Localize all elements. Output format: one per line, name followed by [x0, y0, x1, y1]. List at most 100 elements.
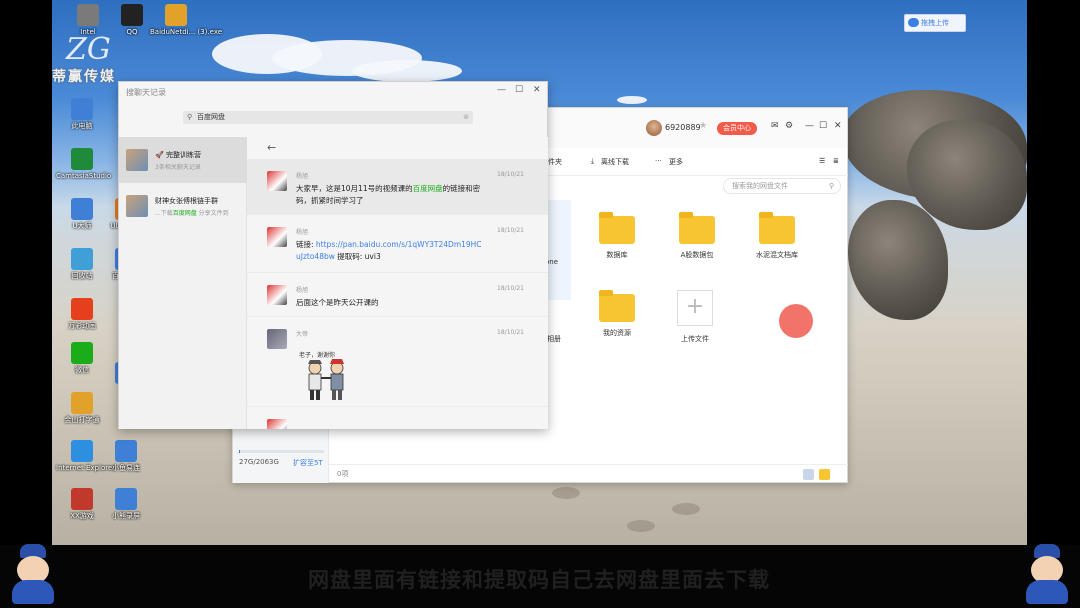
conversation-item[interactable]: 🚀 完整训练营 3条相关聊天记录	[119, 137, 247, 183]
maximize-button[interactable]: ☐	[515, 85, 523, 95]
desktop-icon[interactable]: 万彩动画	[56, 298, 108, 331]
mail-icon[interactable]: ✉	[771, 121, 779, 131]
upload-float-label: 拖拽上传	[921, 19, 949, 27]
folder-label: 数据库	[606, 251, 628, 259]
app-icon	[71, 198, 93, 220]
toolbar-offline-download[interactable]: 离线下载	[601, 157, 629, 167]
folder-item[interactable]: 数据库	[577, 212, 657, 260]
upload-file-label: 上传文件	[681, 335, 709, 343]
more-icon[interactable]: ···	[655, 157, 662, 165]
video-subtitle: 网盘里面有链接和提取码自己去网盘里面去下载	[308, 568, 770, 590]
maximize-button[interactable]: ☐	[819, 121, 827, 131]
message-date: 18/10/21	[497, 171, 524, 178]
app-icon	[71, 440, 93, 462]
search-icon: ⚲	[187, 113, 193, 121]
conversation-name: 🚀 完整训练营	[155, 151, 201, 159]
folder-item[interactable]: A股数据包	[657, 212, 737, 260]
logo-letters: ZG	[66, 32, 111, 67]
message-item[interactable]: 大帝 18/10/21 老子，谢谢你	[247, 317, 548, 407]
desktop-icon[interactable]: 小熊录屏	[100, 488, 152, 521]
close-button[interactable]: ✕	[834, 121, 842, 131]
netdisk-search-placeholder: 搜索我的网盘文件	[732, 182, 788, 190]
logo-name: 蒂赢传媒	[52, 69, 116, 85]
desktop-icon-label: 金山打字通	[64, 416, 100, 424]
back-arrow-icon[interactable]: ←	[267, 141, 276, 154]
avatar	[267, 329, 287, 349]
screen: Intel QQ BaiduNetdi... (3).exe 此电脑 CamtasiaS…	[0, 0, 1080, 608]
conversation-name: 财神女张傅根链手群	[155, 197, 218, 205]
avatar	[267, 227, 287, 247]
cursor-highlight	[779, 304, 813, 338]
mascot-right	[1022, 544, 1072, 606]
message-text: 后面这个是昨天公开课的	[296, 298, 379, 307]
folder-view-icon[interactable]	[819, 469, 830, 480]
message-item[interactable]: 杨旭 18/10/21 链接: https://pan.baidu.com/s/…	[247, 215, 548, 273]
desktop-icon[interactable]: 金山打字通	[56, 392, 108, 425]
desktop-icon[interactable]: CamtasiaStudio	[56, 148, 111, 181]
avatar	[267, 171, 287, 191]
share-link[interactable]: https://pan.baidu.com/s/1qWY3T24Dm19HCuJ…	[296, 240, 482, 261]
chat-window-title: 搜聊天记录	[126, 88, 166, 97]
folder-icon	[599, 212, 635, 244]
storage-bar	[239, 450, 324, 453]
clear-icon[interactable]: ⊗	[463, 111, 469, 124]
avatar	[267, 419, 287, 429]
desktop-icon[interactable]: 此电脑	[56, 98, 108, 131]
gear-icon[interactable]: ⚙	[785, 121, 793, 131]
folder-item[interactable]: 我的资源	[577, 290, 657, 338]
folder-icon	[759, 212, 795, 244]
conversation-snippet: ...下载百度网盘 分享文件到	[155, 210, 229, 217]
folder-item[interactable]: 水泥混文档库	[737, 212, 817, 260]
baidu-upload-float[interactable]: 拖拽上传	[904, 14, 966, 32]
minimize-button[interactable]: —	[805, 121, 814, 131]
conversation-list: 🚀 完整训练营 3条相关聊天记录 财神女张傅根链手群 ...下载百度网盘 分享文…	[119, 137, 247, 429]
folder-label: 我的资源	[603, 329, 631, 337]
conversation-item[interactable]: 财神女张傅根链手群 ...下载百度网盘 分享文件到	[119, 183, 247, 229]
partial-album-label: 相册	[547, 335, 561, 343]
desktop-icon-label: 万彩动画	[68, 322, 96, 330]
cloud-icon	[908, 18, 919, 27]
message-item[interactable]: 杨旭 18/10/21 后面这个是昨天公开课的	[247, 273, 548, 317]
desktop-icon-label: 此电脑	[71, 122, 93, 130]
app-icon	[71, 298, 93, 320]
message-sender: 杨旭	[296, 173, 309, 180]
storage-usage: 27G/2063G	[239, 458, 279, 466]
app-icon	[71, 342, 93, 364]
desktop-icon[interactable]: 小鱼易连	[100, 440, 152, 473]
desktop-icon[interactable]: BaiduNetdi... (3).exe	[150, 4, 223, 37]
app-icon	[71, 392, 93, 414]
close-button[interactable]: ✕	[533, 85, 541, 95]
search-icon[interactable]: ⚲	[829, 179, 834, 193]
message-item[interactable]: 杨旭 18/10/21 大家早，这是10月11号的视频课的百度网盘的链接和密码，…	[247, 159, 548, 215]
folder-icon	[599, 290, 635, 322]
chat-search-window: 搜聊天记录 — ☐ ✕ ⚲ 百度网盘 ⊗ 🚀 完整训练营 3条相关聊天记录 财神…	[118, 81, 548, 429]
minimize-button[interactable]: —	[497, 85, 506, 95]
expand-storage-link[interactable]: 扩容至5T	[293, 458, 323, 468]
netdisk-search-input[interactable]: 搜索我的网盘文件 ⚲	[723, 178, 841, 194]
netdisk-username: 6920889	[665, 123, 701, 132]
folder-icon	[679, 212, 715, 244]
folder-label: 水泥混文档库	[756, 251, 798, 259]
desktop-icon-label: 小熊录屏	[112, 512, 140, 520]
avatar	[267, 285, 287, 305]
message-item[interactable]	[247, 407, 548, 429]
list-view-icon[interactable]: ≣	[833, 157, 839, 165]
message-date: 18/10/21	[497, 285, 524, 292]
netdisk-statusbar: 0项	[329, 464, 848, 483]
vip-center-button[interactable]: 会员中心	[717, 122, 757, 135]
avatar	[126, 149, 148, 171]
app-icon	[71, 148, 93, 170]
app-icon	[115, 488, 137, 510]
app-icon	[77, 4, 99, 26]
upload-file-button[interactable]: +	[677, 290, 713, 326]
star-icon: ★	[699, 121, 708, 131]
chat-search-input[interactable]: ⚲ 百度网盘 ⊗	[183, 111, 473, 124]
avatar[interactable]	[646, 120, 662, 136]
grid-view-icon[interactable]	[803, 469, 814, 480]
toolbar-more[interactable]: 更多	[669, 157, 683, 167]
sort-icon[interactable]: ☰	[819, 157, 825, 165]
desktop-icon-label: BaiduNetdi... (3).exe	[150, 28, 223, 36]
message-sender: 杨旭	[296, 229, 309, 236]
download-icon[interactable]: ⤓	[591, 157, 594, 166]
message-date: 18/10/21	[497, 329, 524, 336]
